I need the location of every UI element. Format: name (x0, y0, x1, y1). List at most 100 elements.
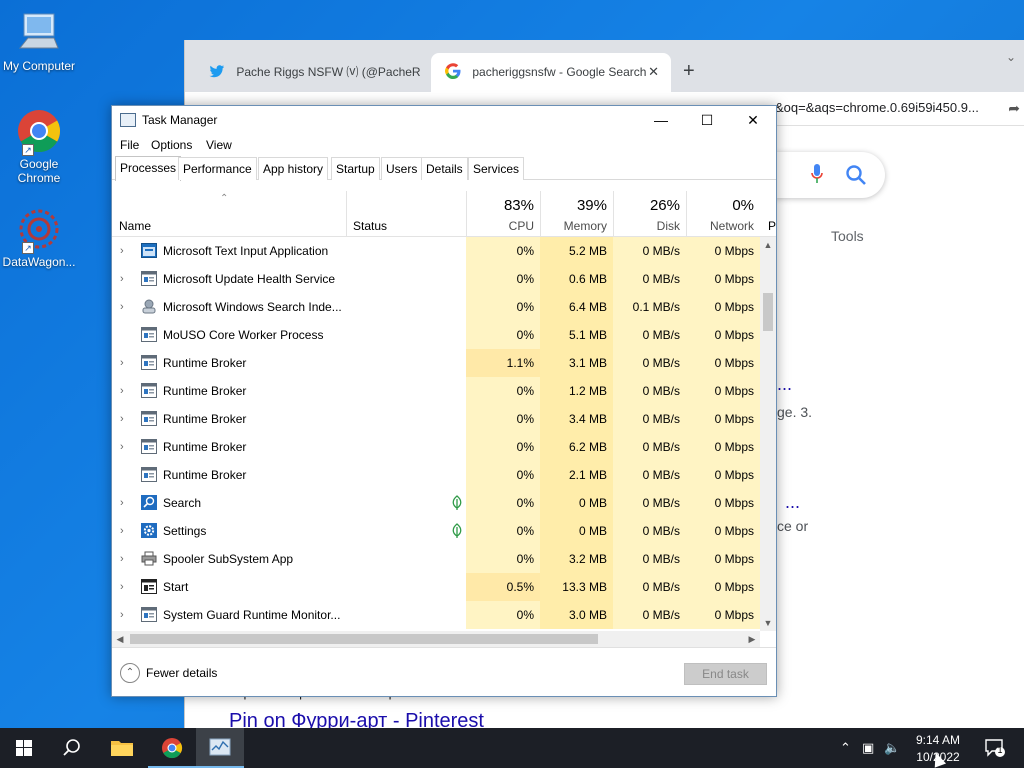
expand-chevron-icon[interactable]: › (120, 237, 130, 265)
column-disk[interactable]: 26% Disk (613, 191, 686, 237)
suspended-leaf-icon (450, 523, 466, 539)
menu-view[interactable]: View (206, 138, 232, 152)
search-button[interactable] (48, 728, 96, 768)
column-power-partial[interactable]: P (768, 219, 776, 233)
column-separator[interactable] (346, 191, 347, 237)
process-name: Microsoft Update Health Service (163, 272, 336, 286)
process-name: Search (163, 496, 202, 510)
chrome-taskbar-button[interactable] (148, 728, 196, 768)
process-row[interactable]: › Runtime Broker 0% 6.2 MB 0 MB/s 0 Mbps (112, 433, 760, 461)
expand-chevron-icon[interactable]: › (120, 573, 130, 601)
process-row[interactable]: › Microsoft Update Health Service 0% 0.6 MB… (112, 265, 760, 293)
column-name[interactable]: Name (119, 219, 151, 233)
tab-processes[interactable]: Processes (115, 156, 182, 181)
disk-value: 0 MB/s (613, 405, 686, 433)
column-network[interactable]: 0% Network (686, 191, 760, 237)
desktop-icon-my-computer[interactable]: My Computer (0, 10, 78, 73)
process-row[interactable]: › Runtime Broker 1.1% 3.1 MB 0 MB/s 0 Mbps (112, 349, 760, 377)
task-manager-taskbar-button[interactable] (196, 728, 244, 768)
service-window-icon (141, 607, 157, 622)
show-hidden-icons-chevron-icon[interactable]: ⌃ (840, 740, 851, 756)
expand-chevron-icon[interactable]: › (120, 377, 130, 405)
expand-chevron-icon[interactable]: › (120, 349, 130, 377)
process-row[interactable]: › Microsoft Text Input Application 0% 5.2 M… (112, 237, 760, 265)
menu-options[interactable]: Options (151, 138, 192, 152)
memory-value: 5.2 MB (540, 237, 613, 265)
google-search-box[interactable] (775, 152, 885, 198)
desktop-icon-google-chrome[interactable]: ↗ Google Chrome (0, 108, 78, 185)
cpu-value: 0% (466, 489, 540, 517)
scroll-up-arrow-icon[interactable]: ▲ (760, 237, 776, 253)
action-center-icon[interactable]: 1 (984, 738, 1006, 758)
scroll-down-arrow-icon[interactable]: ▼ (760, 615, 776, 631)
result-fragment: ... (785, 492, 801, 512)
fewer-details-link[interactable]: Fewer details (146, 666, 217, 680)
process-row[interactable]: › Settings 0% 0 MB 0 MB/s 0 Mbps (112, 517, 760, 545)
expand-chevron-icon[interactable]: › (120, 433, 130, 461)
process-row[interactable]: › Spooler SubSystem App 0% 3.2 MB 0 MB/s 0 Mb… (112, 545, 760, 573)
search-icon[interactable] (845, 164, 867, 186)
column-cpu[interactable]: 83% CPU (466, 191, 540, 237)
tab-startup[interactable]: Startup (331, 157, 380, 180)
share-icon[interactable]: ➦ (1008, 100, 1020, 117)
horizontal-scrollbar[interactable]: ◀ ▶ (112, 631, 760, 647)
disk-value: 0.1 MB/s (613, 293, 686, 321)
maximize-button[interactable]: ☐ (684, 106, 730, 134)
expand-chevron-icon[interactable]: › (120, 293, 130, 321)
expand-chevron-icon[interactable]: › (120, 517, 130, 545)
process-name: Microsoft Windows Search Inde... (163, 300, 342, 314)
chevron-up-circle-icon[interactable]: ⌃ (120, 663, 140, 683)
expand-chevron-icon[interactable]: › (120, 265, 130, 293)
expand-chevron-icon[interactable]: › (120, 405, 130, 433)
volume-icon[interactable]: 🔈 (884, 740, 900, 756)
process-row[interactable]: › System Guard Runtime Monitor... 0% 3.0 MB… (112, 601, 760, 629)
horizontal-scroll-thumb[interactable] (130, 634, 598, 644)
column-status[interactable]: Status (353, 219, 387, 233)
task-manager-icon (209, 738, 231, 756)
vertical-scroll-thumb[interactable] (763, 293, 773, 331)
close-button[interactable]: ✕ (730, 106, 776, 134)
task-manager-titlebar[interactable]: Task Manager — ☐ ✕ (112, 106, 776, 134)
tab-users[interactable]: Users (381, 157, 423, 180)
process-row[interactable]: Runtime Broker 0% 2.1 MB 0 MB/s 0 Mbps (112, 461, 760, 489)
end-task-button[interactable]: End task (684, 663, 767, 685)
vertical-scrollbar[interactable]: ▲ ▼ (760, 237, 776, 631)
expand-chevron-icon[interactable]: › (120, 601, 130, 629)
cpu-value: 0% (466, 461, 540, 489)
status-empty (450, 579, 466, 595)
process-row[interactable]: › Search 0% 0 MB 0 MB/s 0 Mbps (112, 489, 760, 517)
tools-button[interactable]: Tools (831, 228, 864, 244)
process-row[interactable]: › Microsoft Windows Search Inde... 0% 6.4 M… (112, 293, 760, 321)
process-row[interactable]: › Runtime Broker 0% 3.4 MB 0 MB/s 0 Mbps (112, 405, 760, 433)
process-name: MoUSO Core Worker Process (163, 328, 324, 342)
start-button[interactable] (0, 728, 48, 768)
close-tab-icon[interactable]: ✕ (648, 64, 659, 80)
expand-chevron-icon[interactable]: › (120, 489, 130, 517)
memory-value: 13.3 MB (540, 573, 613, 601)
minimize-button[interactable]: — (638, 106, 684, 134)
status-empty (450, 467, 466, 483)
network-icon[interactable]: ▣ (862, 740, 874, 756)
scroll-right-arrow-icon[interactable]: ▶ (744, 631, 760, 647)
chrome-tab-twitter[interactable]: Pache Riggs NSFW ⒱ (@PacheR (195, 53, 427, 92)
voice-search-icon[interactable] (811, 164, 823, 184)
menu-file[interactable]: File (120, 138, 139, 152)
process-name: Settings (163, 524, 207, 538)
tab-services[interactable]: Services (468, 157, 525, 180)
column-memory[interactable]: 39% Memory (540, 191, 613, 237)
process-row[interactable]: › Runtime Broker 0% 1.2 MB 0 MB/s 0 Mbps (112, 377, 760, 405)
chrome-tab-google-search[interactable]: pacheriggsnsfw - Google Search ✕ (431, 53, 671, 92)
process-row[interactable]: › Start 0.5% 13.3 MB 0 MB/s 0 Mbps (112, 573, 760, 601)
new-tab-button[interactable]: + (683, 61, 695, 81)
tab-search-chevron-icon[interactable]: ⌄ (1006, 50, 1016, 64)
tab-app-history[interactable]: App history (258, 157, 329, 180)
file-explorer-button[interactable] (98, 728, 146, 768)
scroll-left-arrow-icon[interactable]: ◀ (112, 631, 128, 647)
desktop-icon-datawagon[interactable]: ↗ DataWagon... (0, 206, 78, 269)
process-row[interactable]: MoUSO Core Worker Process 0% 5.1 MB 0 MB/s 0… (112, 321, 760, 349)
tab-details[interactable]: Details (421, 157, 468, 180)
tab-performance[interactable]: Performance (178, 157, 257, 180)
memory-value: 1.2 MB (540, 377, 613, 405)
expand-chevron-icon[interactable]: › (120, 545, 130, 573)
google-icon (445, 63, 461, 79)
